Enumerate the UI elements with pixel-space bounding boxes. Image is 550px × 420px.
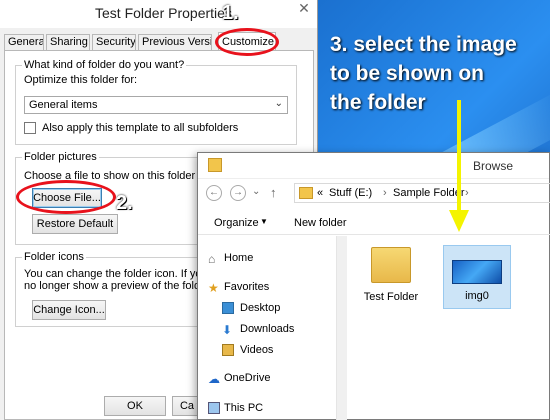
- address-bar[interactable]: « Stuff (E:) › Sample Folder ›: [294, 183, 550, 203]
- tab-security[interactable]: Security: [92, 34, 136, 50]
- home-icon: ⌂: [208, 252, 216, 266]
- browse-dialog: Browse ← → ⌄ ↑ « Stuff (E:) › Sample Fol…: [197, 152, 550, 420]
- title-bar: Test Folder Properties ✕: [0, 0, 317, 28]
- recent-chevron-icon[interactable]: ⌄: [252, 186, 260, 197]
- breadcrumb-stuff[interactable]: Stuff (E:): [329, 187, 372, 199]
- yellow-arrow-head: [449, 210, 469, 232]
- ok-button[interactable]: OK: [104, 396, 166, 416]
- folder-icons-label: Folder icons: [22, 251, 86, 263]
- optimize-select[interactable]: General items ⌄: [24, 96, 288, 114]
- breadcrumb-overflow[interactable]: «: [317, 187, 323, 199]
- callout-line-2: to be shown on: [330, 62, 484, 85]
- browse-title-bar: Browse: [198, 153, 549, 179]
- folder-icon: [371, 247, 411, 283]
- close-icon[interactable]: ✕: [290, 0, 318, 20]
- callout-line-3: the folder: [330, 91, 426, 114]
- dialog-title: Test Folder Properties: [95, 5, 232, 21]
- step1-highlight-ring: [215, 28, 279, 56]
- onedrive-icon: ☁: [208, 372, 220, 386]
- nav-this-pc[interactable]: This PC: [224, 402, 263, 414]
- step2-highlight-ring: [16, 180, 116, 214]
- browse-title: Browse: [473, 159, 514, 173]
- step1-number: 1.: [222, 2, 239, 24]
- navigation-bar: ← → ⌄ ↑ « Stuff (E:) › Sample Folder ›: [198, 181, 550, 205]
- icons-description-line2: no longer show a preview of the folder's…: [24, 280, 227, 292]
- tab-previous-versions[interactable]: Previous Versions: [138, 34, 212, 50]
- downloads-icon: ⬇: [222, 323, 233, 337]
- nav-videos[interactable]: Videos: [240, 344, 273, 356]
- tab-sharing[interactable]: Sharing: [46, 34, 90, 50]
- breadcrumb-sample-folder[interactable]: Sample Folder: [393, 187, 465, 199]
- file-item-img0[interactable]: img0: [443, 245, 511, 309]
- chevron-down-icon: ▼: [260, 217, 268, 226]
- new-folder-button[interactable]: New folder: [294, 217, 347, 229]
- chevron-right-icon: ›: [383, 187, 387, 199]
- step2-number: 2.: [116, 192, 133, 214]
- computer-icon: [208, 402, 220, 414]
- back-arrow-icon[interactable]: ←: [206, 185, 222, 201]
- folder-pictures-label: Folder pictures: [22, 151, 99, 163]
- desktop-icon: [222, 302, 234, 314]
- folder-kind-label: What kind of folder do you want?: [22, 59, 187, 71]
- nav-desktop[interactable]: Desktop: [240, 302, 280, 314]
- file-label: img0: [465, 290, 489, 302]
- change-icon-button[interactable]: Change Icon...: [32, 300, 106, 320]
- organize-menu[interactable]: Organize: [214, 217, 259, 229]
- file-label: Test Folder: [363, 291, 419, 303]
- yellow-arrow-shaft: [457, 100, 461, 215]
- nav-home[interactable]: Home: [224, 252, 253, 264]
- nav-onedrive[interactable]: OneDrive: [224, 372, 270, 384]
- command-bar: Organize ▼ New folder: [198, 211, 550, 235]
- up-arrow-icon[interactable]: ↑: [270, 185, 277, 200]
- nav-downloads[interactable]: Downloads: [240, 323, 294, 335]
- optimize-value: General items: [29, 99, 98, 111]
- folder-kind-group: What kind of folder do you want? Optimiz…: [15, 59, 297, 145]
- chevron-right-icon: ›: [465, 187, 469, 199]
- apply-subfolders-label: Also apply this template to all subfolde…: [42, 122, 239, 134]
- tab-general[interactable]: General: [4, 34, 44, 50]
- folder-icon: [208, 158, 222, 172]
- forward-arrow-icon[interactable]: →: [230, 185, 246, 201]
- nav-favorites[interactable]: Favorites: [224, 281, 269, 293]
- callout-line-1: 3. select the image: [330, 33, 517, 56]
- icons-description-line1: You can change the folder icon. If you c…: [24, 268, 223, 280]
- file-item-test-folder[interactable]: Test Folder: [358, 241, 424, 307]
- folder-icon: [299, 187, 313, 199]
- nav-scrollbar[interactable]: [337, 236, 347, 420]
- apply-subfolders-checkbox[interactable]: [24, 122, 36, 134]
- star-icon: ★: [208, 281, 219, 295]
- navigation-pane: ⌂ Home ★ Favorites Desktop ⬇ Downloads V…: [198, 236, 336, 420]
- restore-default-button[interactable]: Restore Default: [32, 214, 118, 234]
- videos-icon: [222, 344, 234, 356]
- chevron-down-icon: ⌄: [274, 98, 283, 109]
- step3-callout: 3. select the image to be shown on the f…: [330, 30, 540, 117]
- optimize-label: Optimize this folder for:: [24, 74, 138, 86]
- image-thumbnail: [452, 260, 502, 284]
